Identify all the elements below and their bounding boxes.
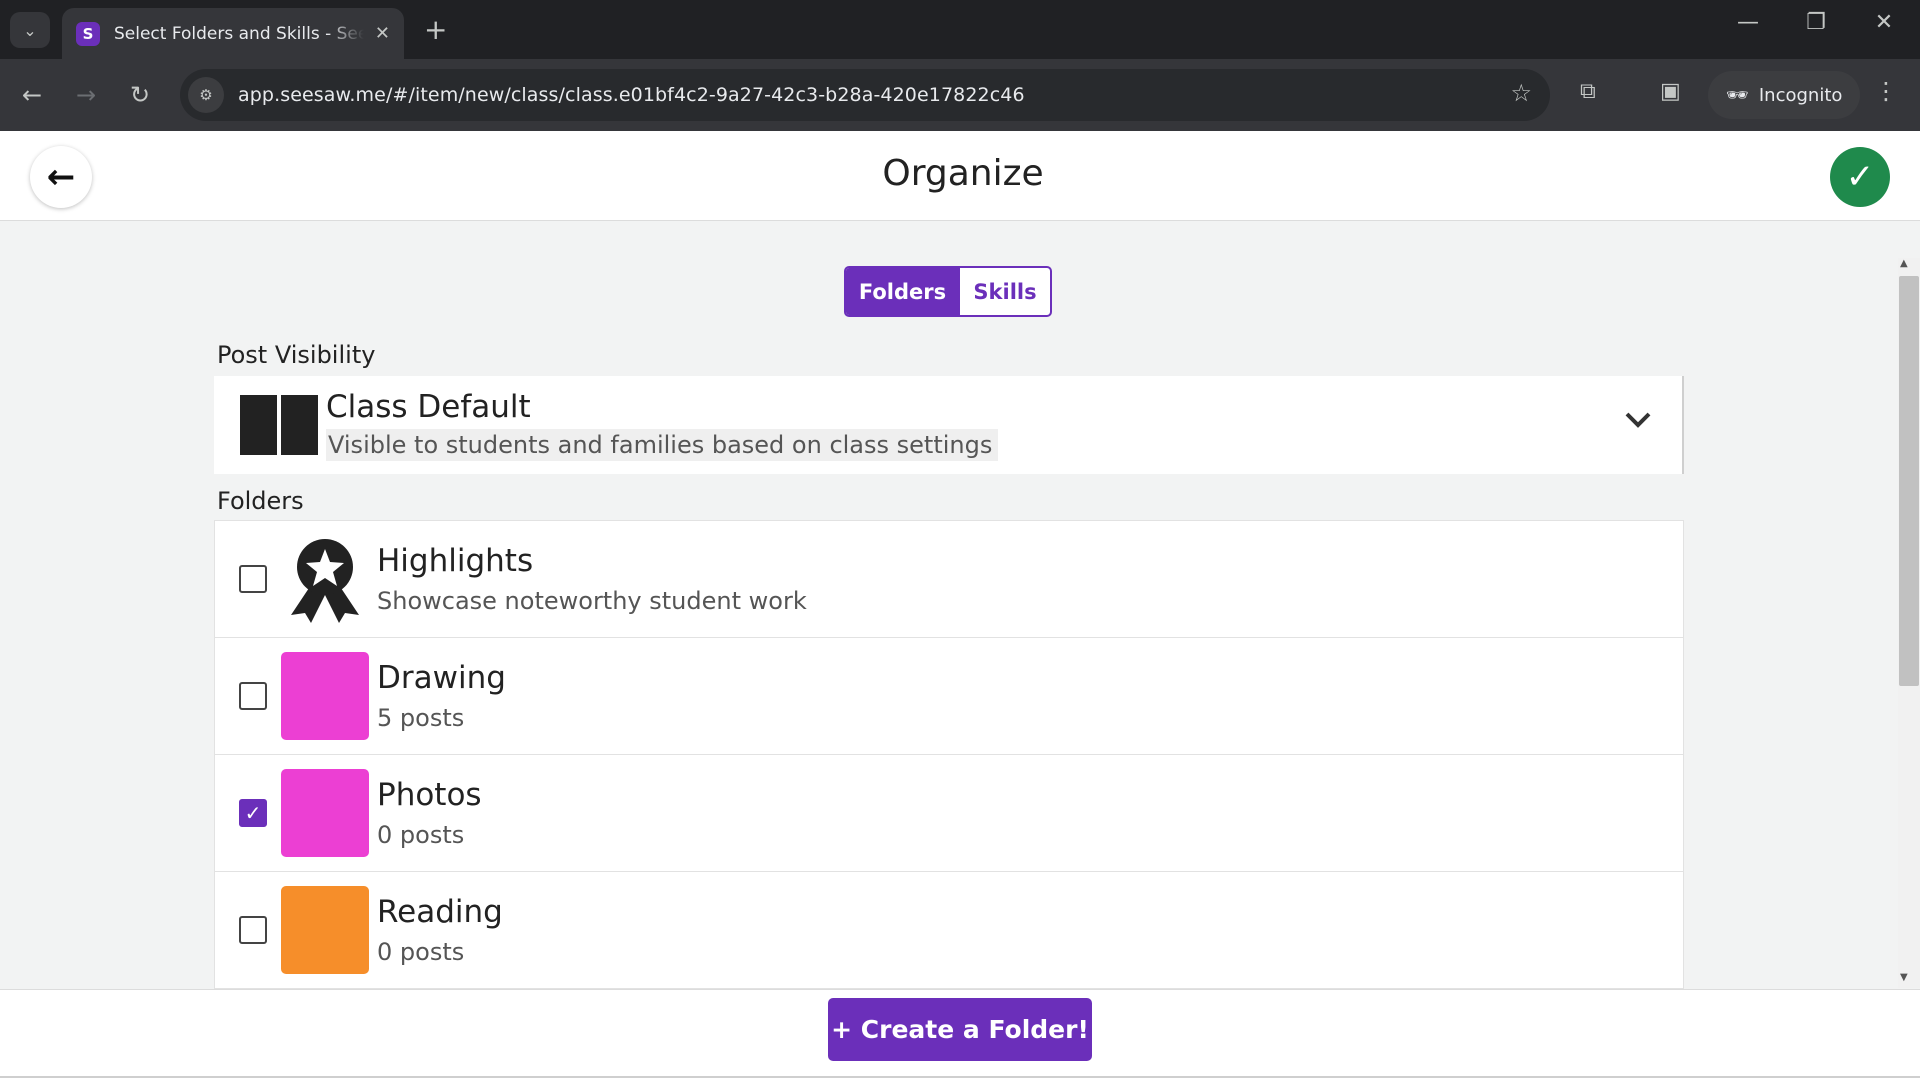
folder-checkbox[interactable] bbox=[239, 682, 267, 710]
footer-divider bbox=[0, 1076, 1920, 1078]
tab-folders[interactable]: Folders bbox=[846, 268, 959, 315]
window-close-icon[interactable]: ✕ bbox=[1864, 10, 1904, 35]
visibility-title: Class Default bbox=[326, 389, 531, 425]
folder-color-swatch bbox=[281, 652, 369, 740]
tab-close-icon[interactable]: ✕ bbox=[375, 23, 390, 44]
folder-name: Drawing bbox=[377, 660, 506, 696]
scroll-up-icon[interactable]: ▲ bbox=[1900, 258, 1908, 269]
folder-name: Photos bbox=[377, 777, 482, 813]
scroll-down-icon[interactable]: ▼ bbox=[1900, 972, 1908, 983]
footer-bar: + Create a Folder! bbox=[0, 989, 1920, 1080]
folder-row-highlights[interactable]: Highlights Showcase noteworthy student w… bbox=[215, 521, 1683, 638]
browser-toolbar: ← → ↻ ⚙ app.seesaw.me/#/item/new/class/c… bbox=[0, 59, 1920, 131]
folder-name: Reading bbox=[377, 894, 503, 930]
award-ribbon-icon bbox=[281, 535, 369, 623]
folder-post-count: 0 posts bbox=[377, 821, 465, 849]
folder-checkbox-checked[interactable]: ✓ bbox=[239, 799, 267, 827]
new-tab-icon[interactable]: + bbox=[424, 14, 447, 46]
incognito-icon: 🕶 bbox=[1726, 84, 1749, 106]
app-header: ← Organize ✓ bbox=[0, 131, 1920, 221]
incognito-indicator[interactable]: 🕶 Incognito bbox=[1708, 71, 1861, 119]
checkmark-icon: ✓ bbox=[1845, 157, 1875, 197]
post-visibility-dropdown[interactable]: Class Default Visible to students and fa… bbox=[214, 376, 1684, 474]
back-arrow-icon[interactable]: ← bbox=[14, 77, 50, 113]
browser-tab-active[interactable]: S Select Folders and Skills - Seesaw ✕ bbox=[62, 8, 404, 59]
bookmark-star-icon[interactable]: ☆ bbox=[1510, 79, 1532, 107]
visibility-subtitle: Visible to students and families based o… bbox=[326, 429, 999, 461]
minimize-icon[interactable]: — bbox=[1728, 10, 1768, 35]
site-info-icon[interactable]: ⚙ bbox=[188, 77, 224, 113]
side-panel-icon[interactable]: ▣ bbox=[1660, 79, 1681, 104]
tab-skills[interactable]: Skills bbox=[959, 268, 1050, 315]
tab-search-icon[interactable]: ⌄ bbox=[10, 12, 50, 48]
reload-icon[interactable]: ↻ bbox=[122, 77, 158, 113]
address-bar[interactable]: ⚙ app.seesaw.me/#/item/new/class/class.e… bbox=[180, 69, 1550, 121]
book-icon bbox=[240, 395, 318, 455]
folder-subtitle: Showcase noteworthy student work bbox=[377, 587, 807, 615]
extensions-icon[interactable]: ⧉ bbox=[1580, 79, 1596, 104]
folder-post-count: 0 posts bbox=[377, 938, 465, 966]
url-text: app.seesaw.me/#/item/new/class/class.e01… bbox=[238, 84, 1025, 106]
folder-list: Highlights Showcase noteworthy student w… bbox=[214, 520, 1684, 989]
folder-color-swatch bbox=[281, 886, 369, 974]
folders-skills-toggle: Folders Skills bbox=[844, 266, 1052, 317]
checkmark-icon: ✓ bbox=[244, 801, 262, 825]
folder-checkbox[interactable] bbox=[239, 565, 267, 593]
folders-label: Folders bbox=[217, 487, 304, 515]
tab-title: Select Folders and Skills - Seesaw bbox=[114, 23, 364, 44]
chevron-down-icon bbox=[1624, 410, 1652, 435]
scrollbar-thumb[interactable] bbox=[1899, 276, 1919, 686]
page-title: Organize bbox=[882, 153, 1044, 194]
done-button[interactable]: ✓ bbox=[1830, 147, 1890, 207]
main-content: Folders Skills Post Visibility Class Def… bbox=[0, 221, 1900, 989]
folder-checkbox[interactable] bbox=[239, 916, 267, 944]
restore-icon[interactable]: ❐ bbox=[1796, 10, 1836, 35]
folder-row-drawing[interactable]: Drawing 5 posts bbox=[215, 638, 1683, 755]
folder-name: Highlights bbox=[377, 543, 534, 579]
folder-row-reading[interactable]: Reading 0 posts bbox=[215, 872, 1683, 989]
folder-color-swatch bbox=[281, 769, 369, 857]
seesaw-favicon-icon: S bbox=[76, 21, 100, 46]
create-folder-button[interactable]: + Create a Folder! bbox=[828, 998, 1092, 1061]
browser-menu-icon[interactable]: ⋮ bbox=[1874, 77, 1898, 105]
browser-tabbar: ⌄ S Select Folders and Skills - Seesaw ✕… bbox=[0, 0, 1920, 59]
forward-arrow-icon[interactable]: → bbox=[68, 77, 104, 113]
incognito-label: Incognito bbox=[1758, 84, 1843, 106]
folder-post-count: 5 posts bbox=[377, 704, 465, 732]
folder-row-photos[interactable]: ✓ Photos 0 posts bbox=[215, 755, 1683, 872]
post-visibility-label: Post Visibility bbox=[217, 341, 376, 369]
